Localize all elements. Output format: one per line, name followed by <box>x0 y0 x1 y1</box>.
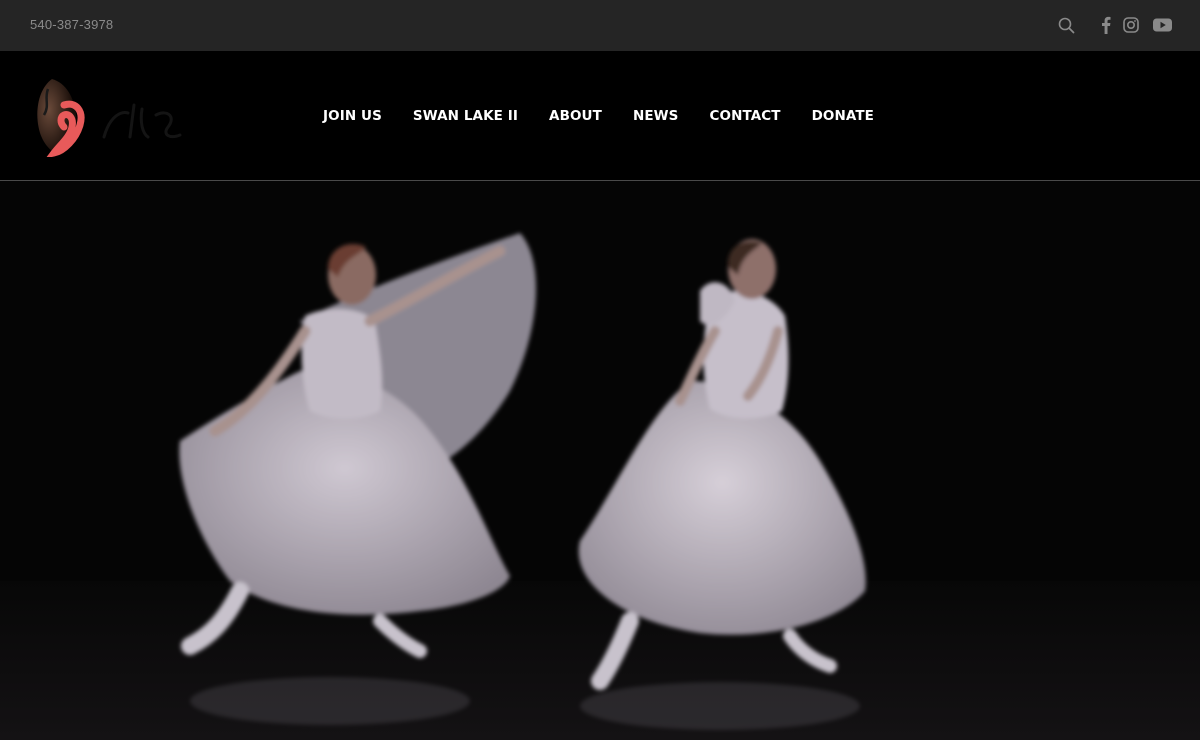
search-icon[interactable] <box>1058 17 1075 34</box>
nav-item-news[interactable]: NEWS <box>633 108 679 124</box>
nav-item-swan-lake-ii[interactable]: SWAN LAKE II <box>413 108 518 124</box>
youtube-icon[interactable] <box>1153 18 1172 32</box>
instagram-icon[interactable] <box>1123 17 1139 33</box>
top-bar-icons <box>1058 14 1172 36</box>
site-header: JOIN US SWAN LAKE II ABOUT NEWS CONTACT … <box>0 51 1200 181</box>
top-bar: 540-387-3978 <box>0 0 1200 51</box>
nav-item-contact[interactable]: CONTACT <box>709 108 780 124</box>
dance-logo-icon[interactable] <box>30 75 200 159</box>
nav-item-join-us[interactable]: JOIN US <box>323 108 382 124</box>
hero-banner <box>0 181 1200 740</box>
hero-image <box>0 181 1200 740</box>
facebook-icon[interactable] <box>1101 16 1111 34</box>
phone-number[interactable]: 540-387-3978 <box>30 17 113 32</box>
nav-item-about[interactable]: ABOUT <box>549 108 602 124</box>
main-nav: JOIN US SWAN LAKE II ABOUT NEWS CONTACT … <box>323 51 874 180</box>
nav-item-donate[interactable]: DONATE <box>812 108 874 124</box>
